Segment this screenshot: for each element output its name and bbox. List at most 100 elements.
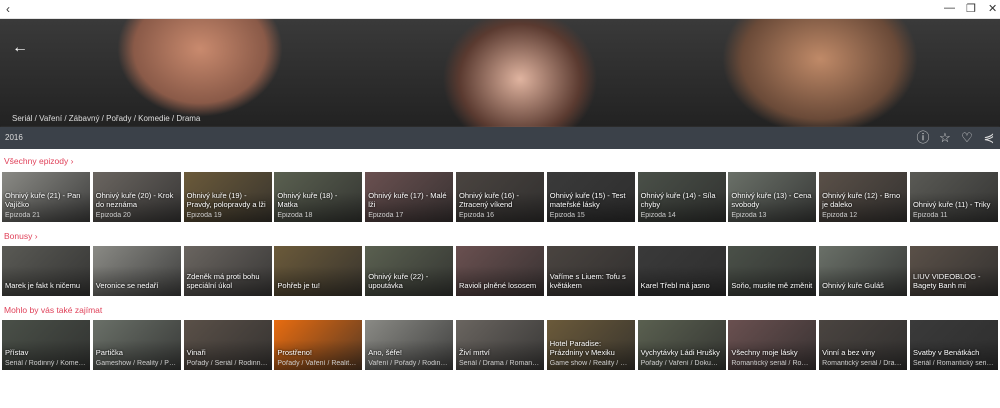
tile-title: Partička <box>95 348 123 357</box>
minimize-icon[interactable]: — <box>944 2 955 14</box>
info-bar: 2016 ⓘ ☆ ♡ ⋞ <box>0 127 1000 149</box>
section-related-heading: Mohlo by vás také zajímat <box>4 305 103 315</box>
tile-subtitle: Pořady / Vaření / Dokument... <box>640 360 723 367</box>
tile-title: Živí mrtví <box>458 348 490 357</box>
tile-bonus[interactable]: Ravioli plněné lososem <box>455 246 544 296</box>
tile-episodes[interactable]: Ohnivý kuře (15) - Test mateřské lásky Ep… <box>546 172 635 222</box>
window-titlebar: ‹ — ❐ ✕ <box>0 0 1000 19</box>
tile-title: Ohnivý kuře (13) - Cena svobody <box>731 191 812 209</box>
window-back-icon[interactable]: ‹ <box>6 2 10 16</box>
tile-bonus[interactable]: Pohřeb je tu! <box>274 246 363 296</box>
related-row: Přístav Seriál / Rodinný / Komedie Partičk… <box>2 320 998 370</box>
tile-subtitle: Seriál / Romantický seriál / ... <box>912 360 995 367</box>
tile-related[interactable]: Vinní a bez viny Romantický seriál / Dram… <box>819 320 908 370</box>
tile-subtitle: Romantický seriál / Romant... <box>731 360 813 367</box>
tile-bonus[interactable]: Karel Třebl má jasno <box>637 246 726 296</box>
tile-bonus[interactable]: Zdeněk má proti bohu speciální úkol <box>183 246 272 296</box>
tile-title: Ohnivý kuře (18) - Matka <box>277 191 338 209</box>
tile-episodes[interactable]: Ohnivý kuře (21) - Pan Vajíčko Epizoda 21 <box>2 172 90 222</box>
tile-subtitle: Epizoda 11 <box>912 212 948 219</box>
section-all-episodes-link[interactable]: Všechny epizody › <box>4 156 73 166</box>
tile-title: Marek je fakt k ničemu <box>5 281 81 290</box>
tile-episodes[interactable]: Ohnivý kuře (13) - Cena svobody Epizoda 1… <box>728 172 817 222</box>
tile-bonus[interactable]: LIUV VIDEOBLOG - Bagety Banh mi <box>909 246 998 296</box>
restore-icon[interactable]: ❐ <box>966 2 976 15</box>
tile-episodes[interactable]: Ohnivý kuře (11) - Triky Epizoda 11 <box>909 172 998 222</box>
heart-icon[interactable]: ♡ <box>960 130 974 146</box>
tile-bonus[interactable]: Marek je fakt k ničemu <box>2 246 90 296</box>
tile-bonus[interactable]: Vaříme s Liuem: Tofu s květákem <box>546 246 635 296</box>
tile-related[interactable]: Přístav Seriál / Rodinný / Komedie <box>2 320 90 370</box>
tile-title: Ohnivý kuře (20) - Krok do neznáma <box>95 191 174 209</box>
tile-bonus[interactable]: Veronice se nedaří <box>92 246 181 296</box>
tile-subtitle: Game show / Reality / Dobr... <box>549 360 632 367</box>
share-icon[interactable]: ⋞ <box>982 130 996 146</box>
tile-subtitle: Vaření / Pořady / Rodinný / ... <box>368 360 450 367</box>
tile-episodes[interactable]: Ohnivý kuře (20) - Krok do neznáma Epizod… <box>92 172 181 222</box>
tile-title: Všechny moje lásky <box>731 348 798 357</box>
tile-episodes[interactable]: Ohnivý kuře (12) - Brno je daleko Epizoda… <box>819 172 908 222</box>
tile-bonus[interactable]: Ohnivý kuře (22) - upoutávka <box>365 246 454 296</box>
content: Všechny epizody › Ohnivý kuře (21) - Pan… <box>0 149 1000 408</box>
tile-title: Ohnivý kuře (16) - Ztracený víkend <box>458 191 520 209</box>
tile-subtitle: Epizoda 14 <box>640 212 676 219</box>
tile-related[interactable]: Prostřeno! Pořady / Vaření / Reality / D.… <box>274 320 363 370</box>
tile-bonus[interactable]: Ohnivý kuře Guláš <box>819 246 908 296</box>
tile-subtitle: Pořady / Seriál / Rodinný / ... <box>186 360 269 367</box>
tile-title: Zdeněk má proti bohu speciální úkol <box>186 272 260 290</box>
back-arrow-icon[interactable]: ← <box>12 39 28 57</box>
tile-related[interactable]: Vychytávky Ládi Hrušky Pořady / Vaření / … <box>637 320 726 370</box>
tile-title: Ano, šéfe! <box>368 348 402 357</box>
tile-subtitle: Epizoda 19 <box>186 212 222 219</box>
tile-title: Vychytávky Ládi Hrušky <box>640 348 720 357</box>
tile-title: Vaříme s Liuem: Tofu s květákem <box>549 272 626 290</box>
tile-title: Ohnivý kuře Guláš <box>822 281 884 290</box>
tile-title: Ohnivý kuře (11) - Triky <box>912 200 991 209</box>
tile-title: Pohřeb je tu! <box>277 281 320 290</box>
tile-subtitle: Gameshow / Reality / Pořady <box>95 360 178 367</box>
tile-title: Karel Třebl má jasno <box>640 281 710 290</box>
tile-bonus[interactable]: Soňo, musíte mě změnit <box>728 246 817 296</box>
tile-title: Ohnivý kuře (22) - upoutávka <box>368 272 429 290</box>
year-text: 2016 <box>5 133 23 142</box>
info-icon[interactable]: ⓘ <box>916 130 930 146</box>
tile-title: Vinaři <box>186 348 206 357</box>
tile-related[interactable]: Všechny moje lásky Romantický seriál / Ro… <box>728 320 817 370</box>
hero-banner: ← Seriál / Vaření / Zábavný / Pořady / K… <box>0 19 1000 127</box>
tile-subtitle: Epizoda 17 <box>368 212 404 219</box>
tile-related[interactable]: Vinaři Pořady / Seriál / Rodinný / ... <box>183 320 272 370</box>
tile-subtitle: Epizoda 21 <box>5 212 41 219</box>
tile-subtitle: Epizoda 15 <box>549 212 585 219</box>
genres-text: Seriál / Vaření / Zábavný / Pořady / Kom… <box>12 114 201 123</box>
tile-episodes[interactable]: Ohnivý kuře (14) - Síla chyby Epizoda 14 <box>637 172 726 222</box>
section-bonus-link[interactable]: Bonusy › <box>4 231 38 241</box>
tile-title: Ohnivý kuře (12) - Brno je daleko <box>822 191 901 209</box>
tile-title: Ohnivý kuře (19) - Pravdy, polopravdy a … <box>186 191 266 209</box>
star-icon[interactable]: ☆ <box>938 130 952 146</box>
tile-subtitle: Epizoda 18 <box>277 212 313 219</box>
close-icon[interactable]: ✕ <box>988 2 997 15</box>
tile-title: Ohnivý kuře (21) - Pan Vajíčko <box>5 191 81 209</box>
tile-episodes[interactable]: Ohnivý kuře (16) - Ztracený víkend Epizod… <box>455 172 544 222</box>
episodes-row: Ohnivý kuře (21) - Pan Vajíčko Epizoda 21… <box>2 172 998 222</box>
tile-title: Svatby v Benátkách <box>912 348 980 357</box>
tile-episodes[interactable]: Ohnivý kuře (19) - Pravdy, polopravdy a … <box>183 172 272 222</box>
tile-episodes[interactable]: Ohnivý kuře (18) - Matka Epizoda 18 <box>274 172 363 222</box>
bonus-row: Marek je fakt k ničemu Veronice se nedaří… <box>2 246 998 296</box>
tile-subtitle: Epizoda 16 <box>458 212 495 219</box>
tile-subtitle: Romantický seriál / Drama / <box>822 360 905 367</box>
tile-subtitle: Epizoda 20 <box>95 212 131 219</box>
tile-related[interactable]: Svatby v Benátkách Seriál / Romantický se… <box>909 320 998 370</box>
tile-subtitle: Epizoda 13 <box>731 212 767 219</box>
tile-title: Ravioli plněné lososem <box>458 281 537 290</box>
tile-title: Veronice se nedaří <box>95 281 159 290</box>
tile-episodes[interactable]: Ohnivý kuře (17) - Malé lži Epizoda 17 <box>365 172 454 222</box>
tile-related[interactable]: Partička Gameshow / Reality / Pořady <box>92 320 181 370</box>
tile-related[interactable]: Živí mrtví Seriál / Drama / Romantický <box>455 320 544 370</box>
tile-title: Hotel Paradise: Prázdniny v Mexiku <box>549 339 615 357</box>
tile-related[interactable]: Hotel Paradise: Prázdniny v Mexiku Game s… <box>546 320 635 370</box>
tile-subtitle: Seriál / Drama / Romantický <box>458 360 541 367</box>
tile-related[interactable]: Ano, šéfe! Vaření / Pořady / Rodinný / ..… <box>365 320 454 370</box>
tile-title: LIUV VIDEOBLOG - Bagety Banh mi <box>912 272 981 290</box>
tile-title: Ohnivý kuře (15) - Test mateřské lásky <box>549 191 626 209</box>
